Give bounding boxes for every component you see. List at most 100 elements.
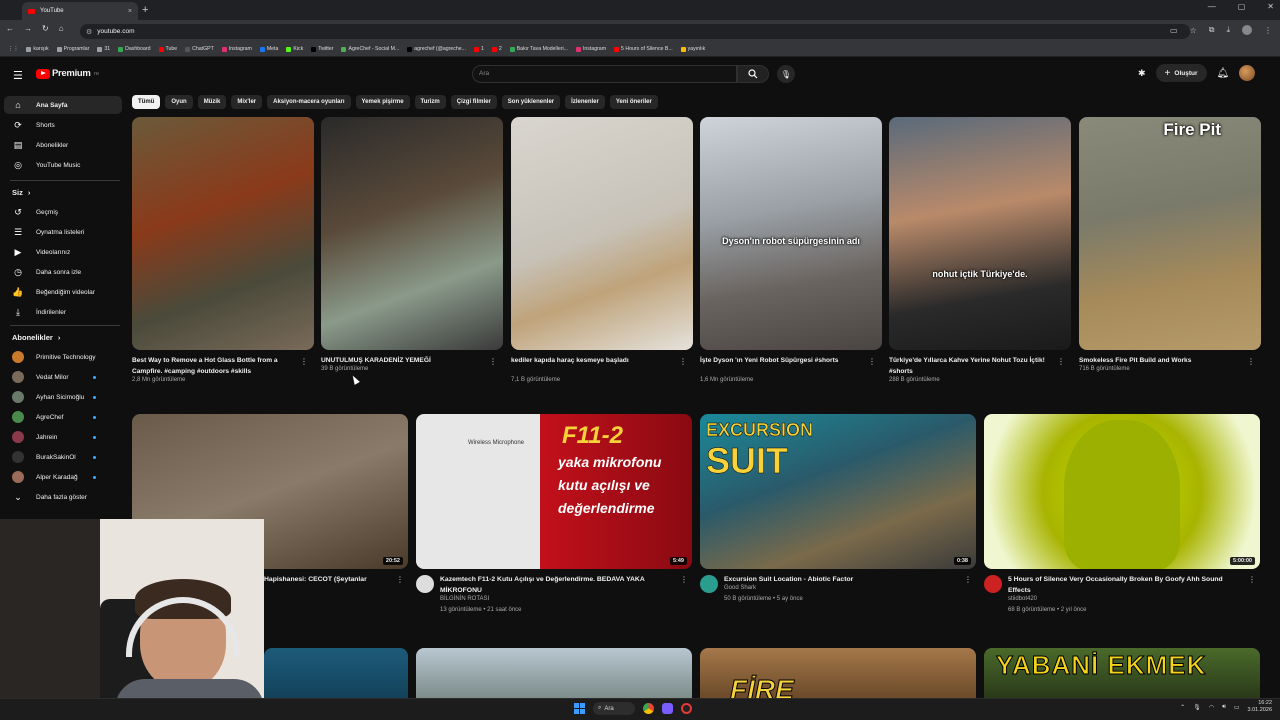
video-thumbnail[interactable]: 5:00:00 — [984, 414, 1260, 569]
tab-close-icon[interactable]: × — [128, 8, 132, 15]
new-tab-button[interactable]: + — [142, 4, 148, 16]
close-window-button[interactable]: ✕ — [1267, 2, 1274, 11]
sidebar-item-music[interactable]: ◎ YouTube Music — [4, 156, 122, 174]
bookmark-item[interactable]: Instagram — [575, 46, 606, 52]
recording-taskbar-icon[interactable] — [681, 703, 692, 714]
video-card[interactable]: EXCURSION SUIT 0:38 Excursion Suit Location… — [700, 414, 976, 602]
sidebar-item-your-videos[interactable]: ▶ Videolarınız — [4, 243, 122, 261]
volume-icon[interactable]: 🔊︎ — [1222, 704, 1226, 711]
more-options-icon[interactable]: ⋮ — [868, 357, 876, 366]
sidebar-item-watch-later[interactable]: ◷ Daha sonra izle — [4, 263, 122, 281]
bookmark-item[interactable]: Bakır Tava Modelleri... — [509, 46, 568, 52]
bookmark-item[interactable]: 31 — [97, 46, 110, 52]
more-options-icon[interactable]: ⋮ — [1057, 357, 1065, 366]
short-thumbnail[interactable] — [511, 117, 693, 350]
bookmark-item[interactable]: ChatGPT — [185, 46, 214, 52]
bookmark-item[interactable]: Instagram — [221, 46, 252, 52]
profile-avatar[interactable] — [1242, 25, 1252, 35]
short-title[interactable]: İşte Dyson 'ın Yeni Robot Süpürgesi #sho… — [700, 355, 865, 366]
bookmark-item[interactable]: 5 Hours of Silence B... — [614, 46, 673, 52]
search-input[interactable]: Ara — [472, 65, 737, 83]
more-options-icon[interactable]: ⋮ — [300, 357, 308, 366]
extensions-icon[interactable]: ⧉ — [1209, 25, 1215, 35]
short-thumbnail[interactable] — [321, 117, 503, 350]
youtube-premium-logo[interactable]: Premium TR — [36, 68, 99, 79]
short-thumbnail[interactable]: Dyson'ın robot süpürgesinin adı — [700, 117, 882, 350]
filter-chip[interactable]: Tümü — [132, 95, 161, 109]
short-card[interactable]: Fire Pit Smokeless Fire Pit Build and Wor… — [1079, 117, 1261, 372]
sidebar-item-home[interactable]: ⌂ Ana Sayfa — [4, 96, 122, 114]
omnibox[interactable]: ⚙ youtube.com — [80, 24, 1190, 39]
video-channel[interactable]: Good Shark — [724, 585, 756, 591]
video-title[interactable]: Kazemtech F11-2 Kutu Açılışı ve Değerlen… — [440, 574, 675, 596]
filter-chip[interactable]: Mix'ler — [231, 95, 263, 109]
short-title[interactable]: UNUTULMUŞ KARADENİZ YEMEĞİ — [321, 355, 486, 366]
filter-chip[interactable]: Müzik — [197, 95, 227, 109]
sidebar-item-downloads[interactable]: ⤓ İndirilenler — [4, 303, 122, 321]
video-card[interactable]: 5:00:00 5 Hours of Silence Very Occasiona… — [984, 414, 1260, 613]
bookmark-item[interactable]: 2 — [491, 46, 502, 52]
search-button[interactable] — [737, 65, 769, 83]
battery-icon[interactable]: ▭ — [1234, 704, 1240, 711]
filter-chip[interactable]: Yeni öneriler — [609, 95, 658, 109]
more-options-icon[interactable]: ⋮ — [396, 575, 404, 584]
browser-tab[interactable]: YouTube × — [22, 2, 138, 20]
video-channel[interactable]: stiidbot420 — [1008, 596, 1037, 602]
short-title[interactable]: kediler kapıda haraç kesmeye başladı — [511, 355, 676, 366]
chrome-taskbar-icon[interactable] — [643, 703, 654, 714]
voice-search-button[interactable]: 🎙 — [777, 65, 795, 83]
more-options-icon[interactable]: ⋮ — [964, 575, 972, 584]
filter-chip[interactable]: İzlenenler — [565, 95, 605, 109]
more-options-icon[interactable]: ⋮ — [1247, 357, 1255, 366]
windows-start-icon[interactable] — [574, 703, 585, 714]
bookmark-item[interactable]: Twitter — [311, 46, 333, 52]
filter-chip[interactable]: Son yüklenenler — [501, 95, 561, 109]
channel-avatar[interactable] — [416, 575, 434, 593]
video-thumbnail[interactable]: EXCURSION SUIT 0:38 — [700, 414, 976, 569]
maximize-button[interactable]: ▢ — [1238, 2, 1246, 11]
bookmark-item[interactable]: Programlar — [56, 46, 89, 52]
tray-chevron-icon[interactable]: ⌃ — [1180, 704, 1185, 711]
sidebar-subscription-item[interactable]: AgreChef — [4, 408, 122, 426]
filter-chip[interactable]: Çizgi filmler — [450, 95, 497, 109]
sidebar-item-subscriptions[interactable]: ▤ Abonelikler — [4, 136, 122, 154]
back-icon[interactable]: ← — [6, 24, 14, 33]
video-card[interactable]: Wireless Microphone F11-2 yaka mikrofonu ku… — [416, 414, 692, 613]
short-card[interactable]: Dyson'ın robot süpürgesinin adı İşte Dyso… — [700, 117, 882, 383]
short-thumbnail[interactable]: Fire Pit — [1079, 117, 1261, 350]
short-card[interactable]: kediler kapıda haraç kesmeye başladı 7,1 … — [511, 117, 693, 383]
short-title[interactable]: Best Way to Remove a Hot Glass Bottle fr… — [132, 355, 297, 377]
sidebar-subscription-item[interactable]: Ayhan Sicimoğlu — [4, 388, 122, 406]
minimize-button[interactable]: — — [1208, 2, 1216, 11]
forward-icon[interactable]: → — [24, 24, 32, 33]
more-options-icon[interactable]: ⋮ — [1248, 575, 1256, 584]
short-title[interactable]: Smokeless Fire Pit Build and Works — [1079, 355, 1244, 366]
app-taskbar-icon[interactable] — [662, 703, 673, 714]
sidebar-subscription-item[interactable]: Alper Karadağ — [4, 468, 122, 486]
cast-icon[interactable]: ▭ — [1170, 26, 1178, 35]
short-card[interactable]: Best Way to Remove a Hot Glass Bottle fr… — [132, 117, 314, 383]
filter-chip[interactable]: Oyun — [165, 95, 193, 109]
short-card[interactable]: UNUTULMUŞ KARADENİZ YEMEĞİ 39 B görüntüle… — [321, 117, 503, 372]
home-button-icon[interactable]: ⌂ — [59, 24, 64, 33]
channel-avatar[interactable] — [700, 575, 718, 593]
bookmark-star-icon[interactable]: ☆ — [1190, 26, 1197, 35]
clock[interactable]: 16:22 3.01.2026 — [1248, 700, 1272, 714]
channel-avatar[interactable] — [984, 575, 1002, 593]
site-info-icon[interactable]: ⚙ — [86, 28, 92, 36]
bookmark-item[interactable]: AgreChef - Social M... — [341, 46, 399, 52]
filter-chip[interactable]: Turizm — [414, 95, 446, 109]
video-channel[interactable]: BİLGİNİN ROTASI — [440, 596, 489, 602]
bookmark-item[interactable]: 1 — [473, 46, 484, 52]
notifications-bell-icon[interactable]: 🔔︎ — [1217, 68, 1230, 79]
cast-settings-icon[interactable]: ✱ — [1138, 68, 1146, 79]
short-thumbnail[interactable] — [132, 117, 314, 350]
taskbar-search[interactable]: ⌕ Ara — [593, 702, 635, 715]
sidebar-item-liked-videos[interactable]: 👍 Beğendiğim videolar — [4, 283, 122, 301]
show-more-button[interactable]: ⌄ Daha fazla göster — [4, 488, 122, 506]
filter-chip[interactable]: Yemek pişirme — [355, 95, 410, 109]
bookmark-item[interactable]: karışık — [26, 46, 49, 52]
more-options-icon[interactable]: ⋮ — [489, 357, 497, 366]
bookmark-item[interactable]: Tube — [158, 46, 177, 52]
bookmark-item[interactable]: Dashboard — [118, 46, 151, 52]
